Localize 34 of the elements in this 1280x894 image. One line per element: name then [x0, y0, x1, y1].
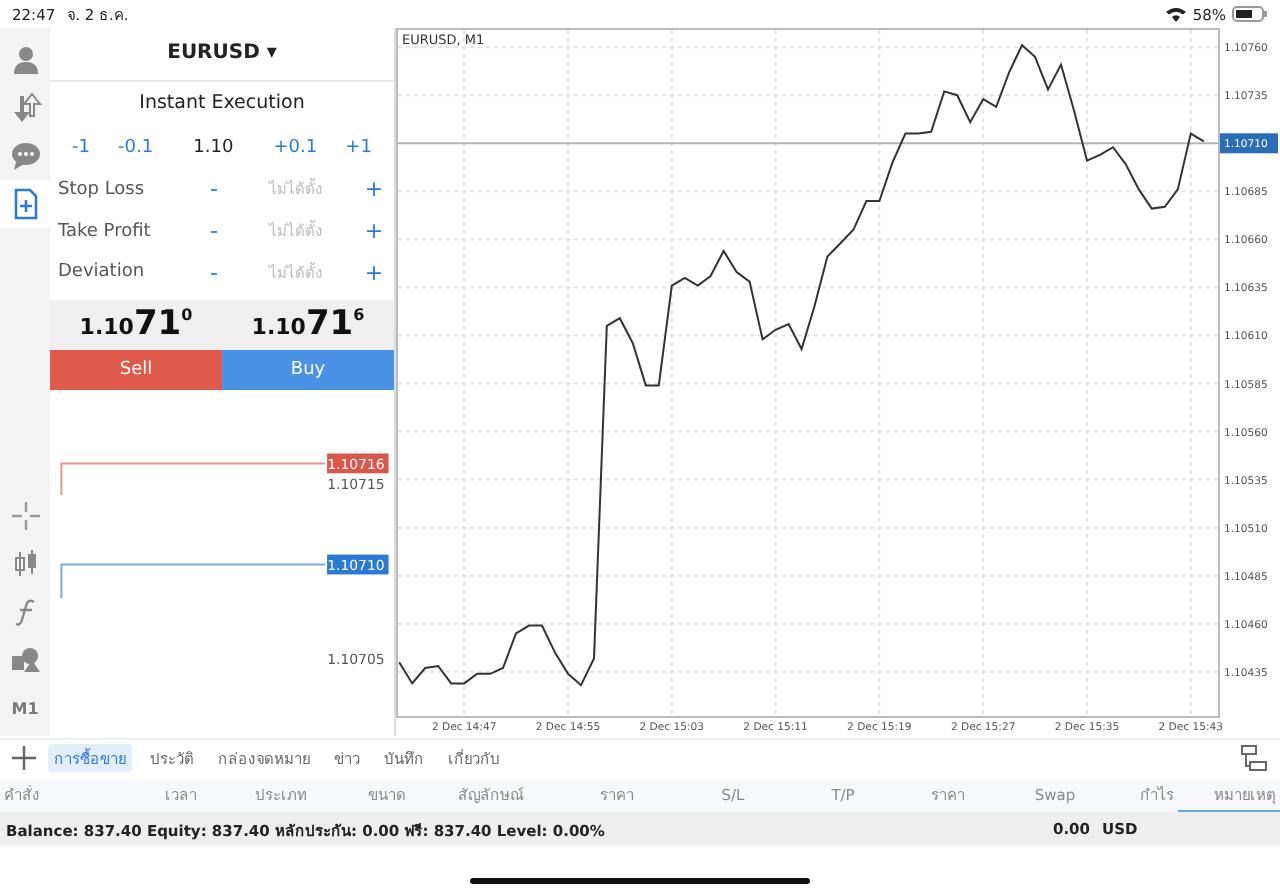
buy-button[interactable]: Buy — [222, 349, 394, 389]
wifi-icon — [1166, 6, 1187, 22]
volume-step-button[interactable]: -1 — [72, 137, 90, 157]
symbol-selector[interactable]: EURUSD ▾ — [50, 28, 394, 82]
increase-button[interactable]: + — [362, 259, 386, 286]
add-icon[interactable] — [12, 745, 36, 769]
decrease-button[interactable]: - — [202, 259, 226, 286]
sell-button[interactable]: Sell — [50, 349, 222, 389]
volume-step-button[interactable]: +0.1 — [273, 137, 318, 157]
decrease-button[interactable]: - — [202, 176, 226, 203]
new-document-icon[interactable] — [9, 188, 41, 220]
person-icon[interactable] — [9, 44, 41, 76]
decrease-button[interactable]: - — [202, 218, 226, 245]
function-icon[interactable] — [13, 598, 37, 626]
volume-value[interactable]: 1.10 — [193, 137, 234, 157]
shapes-icon[interactable] — [9, 646, 41, 674]
field-label: Take Profit — [58, 221, 153, 242]
field-label: Deviation — [58, 262, 147, 283]
battery-icon — [1232, 6, 1268, 22]
ask-price: 1.1071$^{6}$ — [251, 304, 365, 345]
tool-button[interactable] — [0, 180, 50, 228]
candlestick-icon[interactable] — [11, 550, 39, 578]
execution-mode[interactable]: Instant Execution — [50, 81, 394, 126]
layout-icon[interactable] — [1240, 743, 1268, 771]
field-label: Stop Loss — [58, 179, 147, 200]
timeframe-button[interactable]: M1 — [11, 699, 39, 717]
increase-button[interactable]: + — [362, 176, 386, 203]
arrows-icon[interactable] — [9, 92, 41, 124]
volume-step-button[interactable]: +1 — [345, 137, 372, 157]
bid-price: 1.1071$^{0}$ — [79, 304, 193, 345]
crosshair-icon[interactable] — [11, 502, 39, 530]
increase-button[interactable]: + — [362, 218, 386, 245]
volume-step-button[interactable]: -0.1 — [118, 137, 154, 157]
chat-icon[interactable] — [9, 140, 41, 172]
